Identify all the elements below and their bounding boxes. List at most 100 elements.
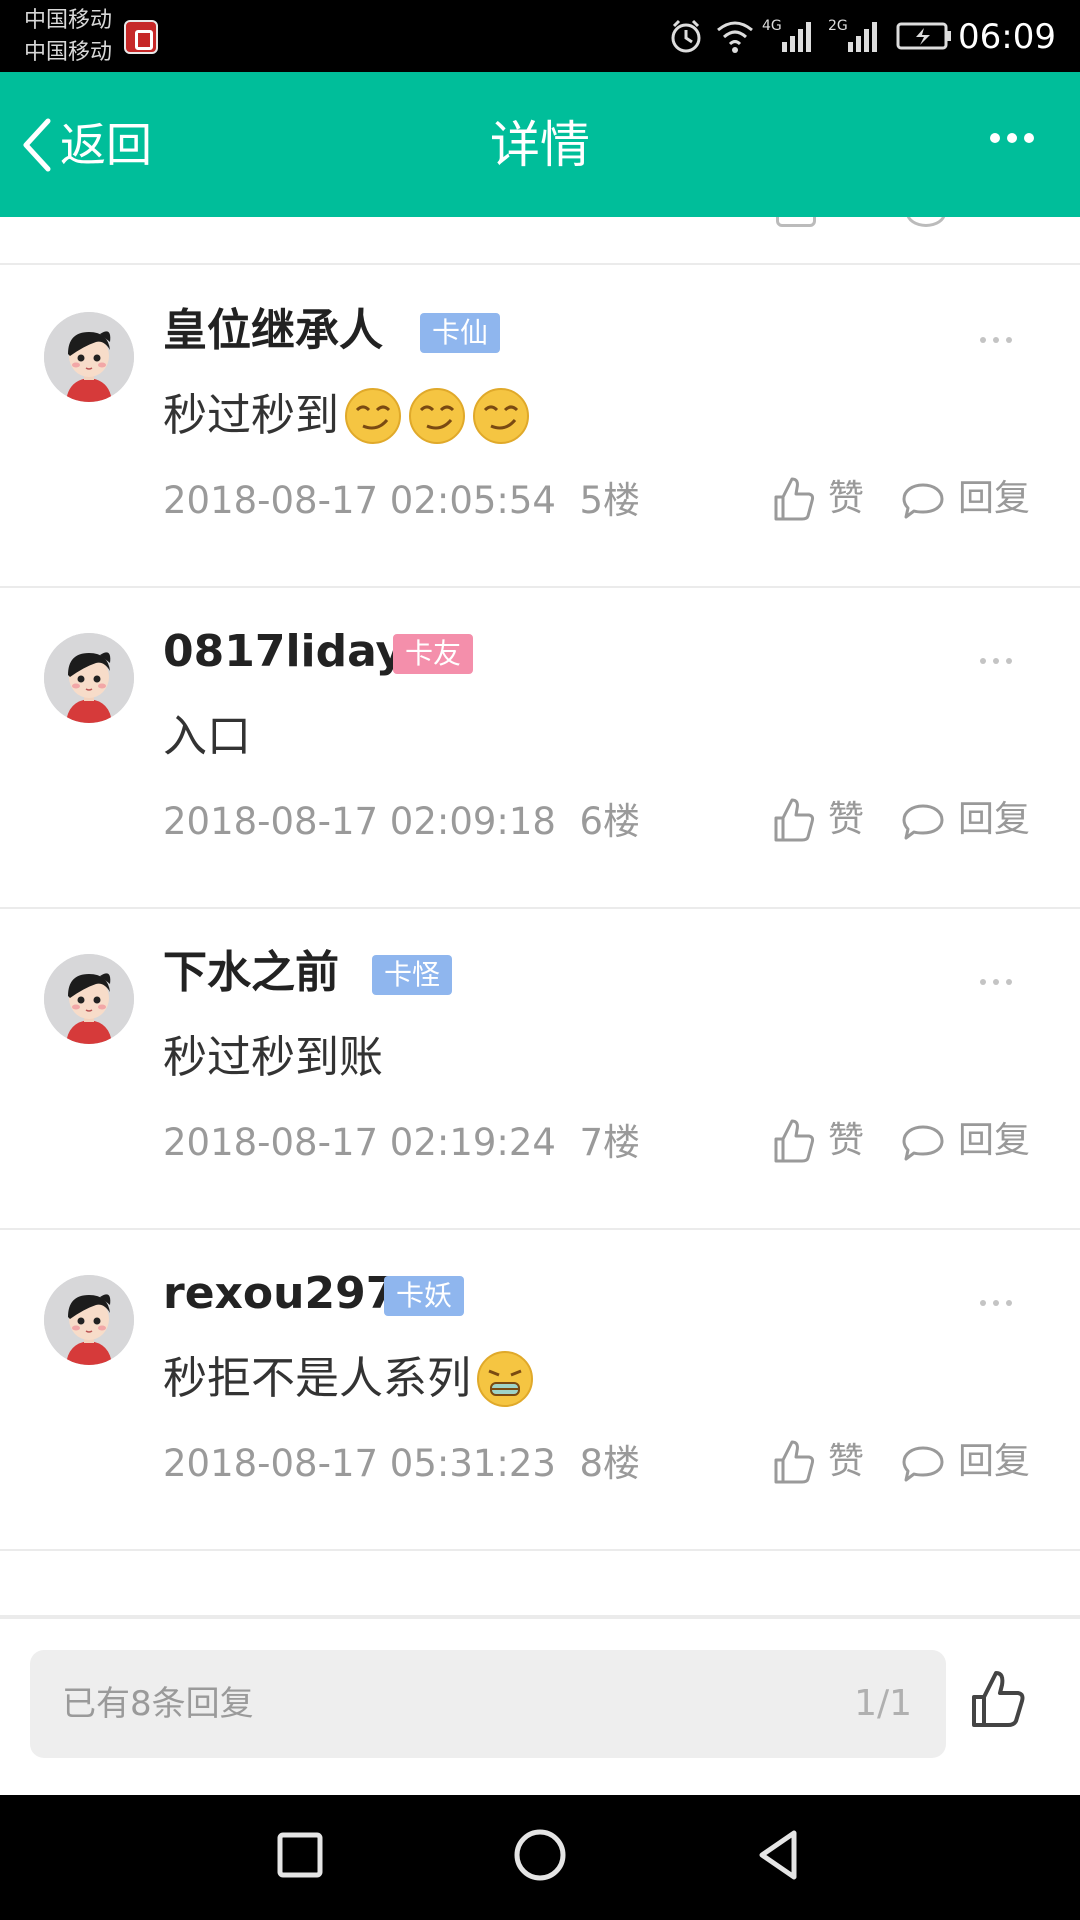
comment-more-button[interactable] [980, 337, 1020, 347]
reply-label: 回复 [958, 1441, 1031, 1482]
more-icon [980, 658, 986, 664]
like-label: 赞 [828, 1120, 865, 1161]
reply-label: 回复 [958, 478, 1031, 519]
like-label: 赞 [828, 478, 865, 519]
comment-text: 秒过秒到账 [163, 1032, 383, 1083]
signal-icon-2: 2G [828, 18, 877, 52]
comment-more-button[interactable] [980, 1300, 1020, 1310]
carrier-label-2: 中国移动 [24, 40, 113, 65]
comment-meta: 2018-08-17 05:31:23 8楼 [163, 1438, 640, 1490]
like-button[interactable]: 赞 [772, 792, 864, 848]
more-icon-dot [1024, 133, 1034, 143]
page-title: 详情 [490, 116, 590, 174]
more-icon-dot [993, 979, 999, 985]
smirk-emoji [409, 388, 465, 444]
more-button[interactable] [990, 128, 1044, 147]
comment-item: 下水之前 卡怪秒过秒到账 2018-08-17 02:19:24 7楼 赞 回复 [0, 909, 1080, 1230]
comment-body: 入口 [163, 704, 251, 770]
like-button[interactable]: 赞 [772, 1434, 864, 1490]
avatar-image [44, 1275, 134, 1365]
battery-charging-icon [896, 22, 951, 50]
like-label: 赞 [828, 1441, 865, 1482]
more-icon-dot [993, 1300, 999, 1306]
comment-more-button[interactable] [980, 658, 1020, 668]
page-indicator: 1/1 [854, 1683, 912, 1724]
reply-label: 回复 [958, 1120, 1031, 1161]
comment-body: 秒拒不是人系列 [163, 1346, 535, 1412]
comment-item: 0817liday 卡友入口 2018-08-17 02:09:18 6楼 赞 回复 [0, 588, 1080, 909]
thumbs-up-icon [774, 1440, 815, 1484]
carrier-label-1: 中国移动 [24, 8, 113, 33]
username[interactable]: rexou297 [163, 1264, 396, 1324]
like-button[interactable]: 赞 [772, 1113, 864, 1169]
floor-number: 8楼 [579, 1442, 641, 1485]
smirk-emoji [345, 388, 401, 444]
svg-text:4G: 4G [762, 18, 782, 34]
carrier-app-icon [124, 20, 158, 54]
reply-label: 回复 [958, 799, 1031, 840]
comment-list[interactable]: 皇位继承人 卡仙 秒过秒到 2018-08-17 02:05:54 5楼赞回复 081… [0, 217, 1080, 1617]
username[interactable]: 下水之前 [163, 943, 339, 1003]
user-badge: 卡妖 [384, 1276, 465, 1316]
back-icon[interactable] [750, 1825, 810, 1885]
comment-bubble-icon [902, 1125, 944, 1161]
avatar[interactable] [44, 1275, 134, 1365]
floor-number: 7楼 [579, 1121, 641, 1164]
more-icon-dot [993, 337, 999, 343]
thumbs-up-icon[interactable] [968, 1667, 1028, 1731]
comment-bubble-icon [902, 804, 944, 840]
avatar[interactable] [44, 312, 134, 402]
partial-comment-row [0, 217, 1080, 265]
partial-reply-icon [906, 217, 946, 227]
user-badge: 卡怪 [372, 955, 453, 995]
floor-number: 6楼 [579, 800, 641, 843]
status-bar: 中国移动 中国移动 4G 2G 06:09 [0, 0, 1080, 72]
more-icon-dot [1007, 133, 1017, 143]
comment-timestamp: 2018-08-17 02:05:54 [163, 479, 556, 522]
partial-like-icon [776, 217, 816, 227]
user-badge: 卡友 [393, 634, 474, 674]
smirk-emoji [473, 388, 529, 444]
comment-bubble-icon [902, 1446, 944, 1482]
comment-text: 入口 [163, 711, 251, 762]
avatar[interactable] [44, 954, 134, 1044]
username[interactable]: 0817liday [163, 622, 404, 682]
comment-item: rexou297 卡妖秒拒不是人系列 2018-08-17 05:31:23 8楼 赞… [0, 1230, 1080, 1551]
system-nav-bar [0, 1795, 1080, 1920]
thumbs-up-icon [774, 1119, 815, 1163]
more-icon-dot [1006, 337, 1012, 343]
more-icon-dot [1006, 1300, 1012, 1306]
thumbs-up-icon [774, 798, 815, 842]
svg-text:2G: 2G [828, 18, 848, 34]
comment-more-button[interactable] [980, 979, 1020, 989]
comment-item: 皇位继承人 卡仙 秒过秒到 2018-08-17 02:05:54 5楼 赞 回复 [0, 267, 1080, 588]
reply-button[interactable]: 回复 [900, 1113, 1030, 1169]
reply-button[interactable]: 回复 [900, 792, 1030, 848]
reply-button[interactable]: 回复 [900, 471, 1030, 527]
reply-button[interactable]: 回复 [900, 1434, 1030, 1490]
more-icon-dot [1006, 658, 1012, 664]
reply-input[interactable]: 已有8条回复 1/1 [30, 1650, 946, 1758]
avatar-image [44, 954, 134, 1044]
more-icon [980, 979, 986, 985]
comment-timestamp: 2018-08-17 02:19:24 [163, 1121, 556, 1164]
user-badge: 卡仙 [420, 313, 501, 353]
clock: 06:09 [958, 17, 1056, 57]
username[interactable]: 皇位继承人 [163, 301, 383, 361]
recent-apps-icon[interactable] [270, 1825, 330, 1885]
avatar-image [44, 312, 134, 402]
comment-text: 秒拒不是人系列 [163, 1353, 471, 1404]
bottom-bar: 已有8条回复 1/1 [0, 1617, 1080, 1795]
grimace-emoji [477, 1351, 533, 1407]
more-icon [990, 133, 1000, 143]
comment-meta: 2018-08-17 02:09:18 6楼 [163, 796, 640, 848]
home-icon[interactable] [510, 1825, 570, 1885]
more-icon-dot [993, 658, 999, 664]
comment-timestamp: 2018-08-17 05:31:23 [163, 1442, 556, 1485]
like-button[interactable]: 赞 [772, 471, 864, 527]
comment-timestamp: 2018-08-17 02:09:18 [163, 800, 556, 843]
comment-body: 秒过秒到账 [163, 1025, 383, 1091]
floor-number: 5楼 [579, 479, 641, 522]
avatar[interactable] [44, 633, 134, 723]
more-icon [980, 1300, 986, 1306]
